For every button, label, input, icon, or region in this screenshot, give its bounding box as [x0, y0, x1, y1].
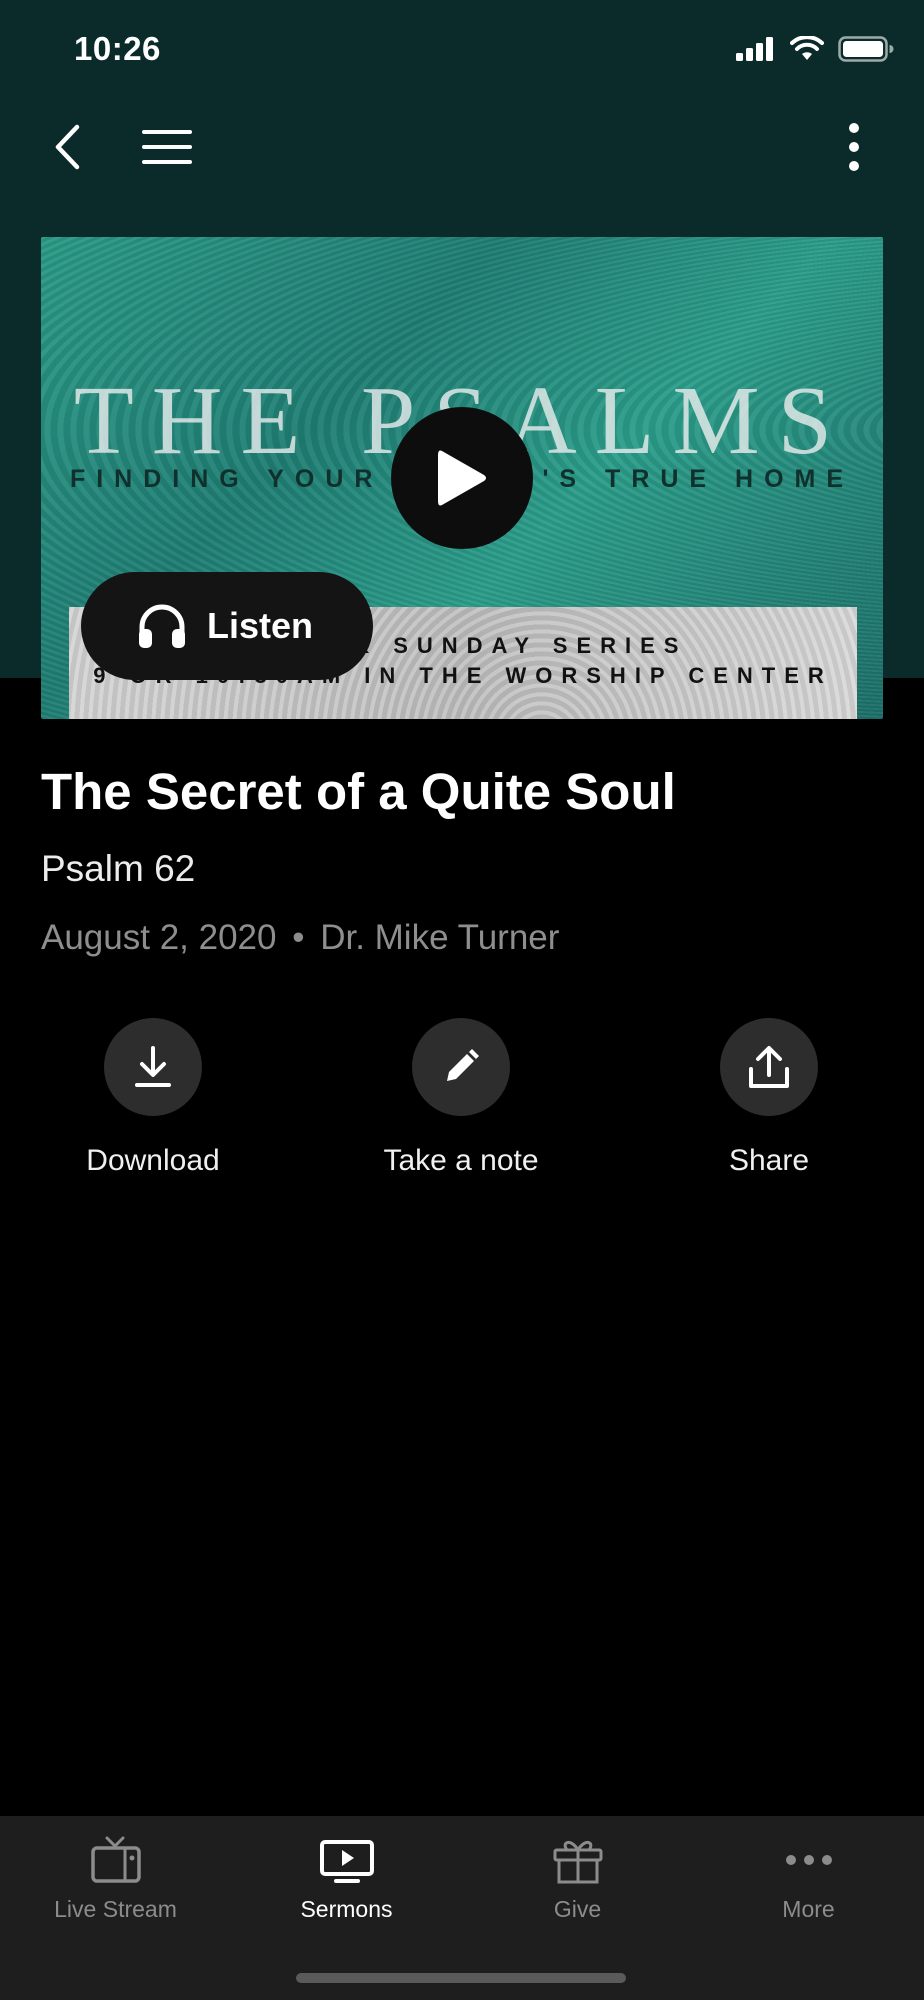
share-icon [749, 1046, 789, 1088]
take-note-button[interactable]: Take a note [341, 1018, 581, 1178]
hamburger-menu-icon [142, 130, 192, 164]
menu-button[interactable] [132, 112, 202, 182]
download-button[interactable]: Download [33, 1018, 273, 1178]
headphones-icon [139, 604, 185, 648]
sermon-date: August 2, 2020 [41, 918, 277, 957]
share-label: Share [728, 1144, 810, 1177]
download-circle [104, 1018, 202, 1116]
sermon-scripture: Psalm 62 [41, 848, 196, 889]
sermon-meta: August 2, 2020 • Dr. Mike Turner [41, 918, 559, 958]
download-label: Download [86, 1144, 220, 1177]
sermon-title: The Secret of a Quite Soul [41, 763, 676, 820]
status-icons [736, 36, 894, 62]
tab-sermons-label: Sermons [300, 1896, 393, 1922]
listen-button[interactable]: Listen [81, 572, 373, 680]
wifi-icon [790, 36, 824, 60]
battery-icon [838, 36, 894, 62]
home-indicator [296, 1973, 626, 1983]
share-circle [720, 1018, 818, 1116]
gift-icon [553, 1841, 602, 1884]
play-icon [438, 450, 486, 506]
sermon-speaker: Dr. Mike Turner [320, 918, 560, 957]
take-note-circle [412, 1018, 510, 1116]
download-icon [135, 1046, 171, 1087]
tab-live-stream-label: Live Stream [54, 1896, 177, 1922]
cellular-signal-icon [736, 37, 773, 61]
listen-label: Listen [207, 605, 314, 646]
tab-sermons[interactable]: Sermons [231, 1836, 462, 1923]
vertical-dots-icon [849, 123, 859, 171]
take-note-label: Take a note [383, 1144, 539, 1177]
play-screen-icon [319, 1840, 374, 1883]
tv-icon [90, 1836, 141, 1883]
chevron-left-icon [55, 124, 80, 170]
status-time: 10:26 [74, 30, 161, 67]
tab-give[interactable]: Give [462, 1836, 693, 1923]
tab-more[interactable]: More [693, 1836, 924, 1923]
more-dots-icon [785, 1855, 832, 1865]
play-video-button[interactable] [391, 407, 533, 549]
back-button[interactable] [33, 112, 103, 182]
sermon-artwork: THE PSALMS FINDING YOUR HEART'S TRUE HOM… [41, 237, 883, 719]
tab-more-label: More [782, 1896, 835, 1922]
overflow-menu-button[interactable] [819, 112, 889, 182]
tab-give-label: Give [553, 1896, 602, 1922]
meta-separator: • [292, 918, 305, 957]
share-button[interactable]: Share [649, 1018, 889, 1178]
pencil-icon [447, 1049, 479, 1081]
tab-live-stream[interactable]: Live Stream [0, 1836, 231, 1923]
